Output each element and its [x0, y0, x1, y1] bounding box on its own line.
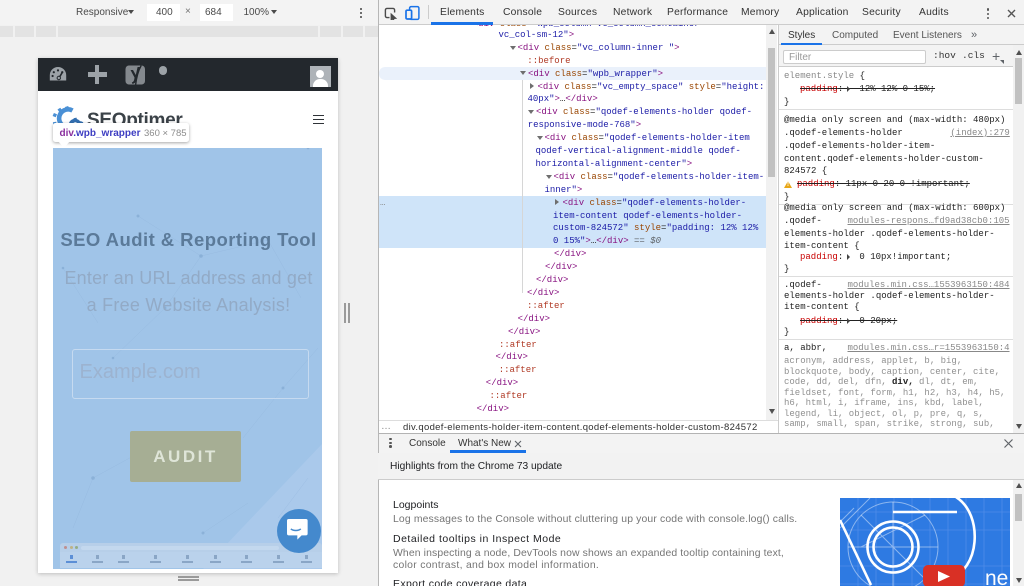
svg-text:ne: ne	[985, 567, 1008, 586]
